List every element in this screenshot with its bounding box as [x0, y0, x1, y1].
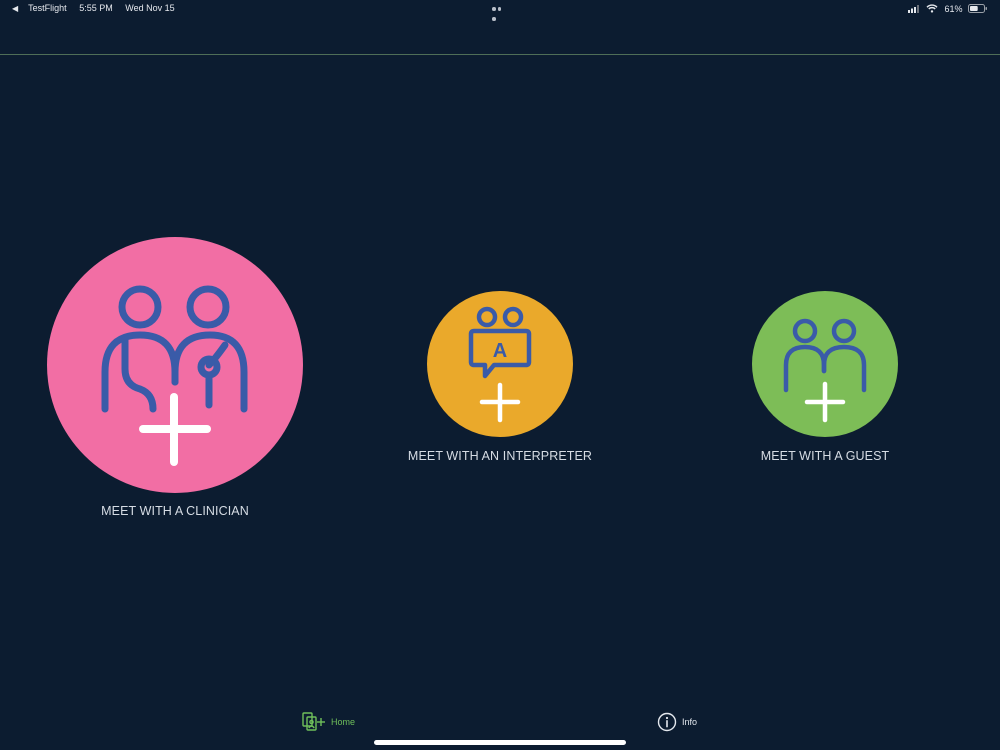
interpreter-option-label[interactable]: MEET WITH AN INTERPRETER: [408, 449, 592, 463]
guest-option-label[interactable]: MEET WITH A GUEST: [761, 449, 890, 463]
cellular-signal-icon: [908, 4, 920, 13]
status-time: 5:55 PM: [79, 3, 113, 13]
battery-percent: 61%: [944, 3, 963, 14]
back-app-label: TestFlight: [28, 3, 67, 13]
guests-add-icon: [783, 318, 867, 423]
tab-home-label: Home: [331, 717, 356, 727]
interpreter-icon-letter: A: [493, 340, 507, 362]
home-meeting-icon: [302, 712, 325, 731]
status-right: 61%: [908, 3, 988, 14]
clinicians-add-icon: [101, 285, 248, 466]
app-screen: ◀ TestFlight 5:55 PM Wed Nov 15 61% MEET…: [0, 0, 1000, 750]
multitasking-dots-icon[interactable]: [492, 7, 508, 21]
battery-icon: [968, 4, 987, 14]
nav-bar-divider: [0, 54, 1000, 55]
tab-info[interactable]: Info: [657, 711, 697, 733]
tab-info-label: Info: [682, 717, 698, 727]
wifi-icon: [926, 4, 938, 13]
back-arrow-icon: ◀: [12, 4, 19, 13]
status-bar: ◀ TestFlight 5:55 PM Wed Nov 15 61%: [0, 0, 1000, 21]
back-to-app-link[interactable]: ◀ TestFlight: [12, 3, 67, 13]
home-indicator[interactable]: [374, 740, 626, 745]
status-left: ◀ TestFlight 5:55 PM Wed Nov 15: [12, 3, 185, 13]
tab-home[interactable]: Home: [302, 711, 355, 733]
clinician-option-label[interactable]: MEET WITH A CLINICIAN: [101, 504, 249, 518]
info-icon: [657, 712, 677, 732]
status-date: Wed Nov 15: [125, 3, 175, 13]
interpreter-add-icon: A: [468, 306, 532, 423]
